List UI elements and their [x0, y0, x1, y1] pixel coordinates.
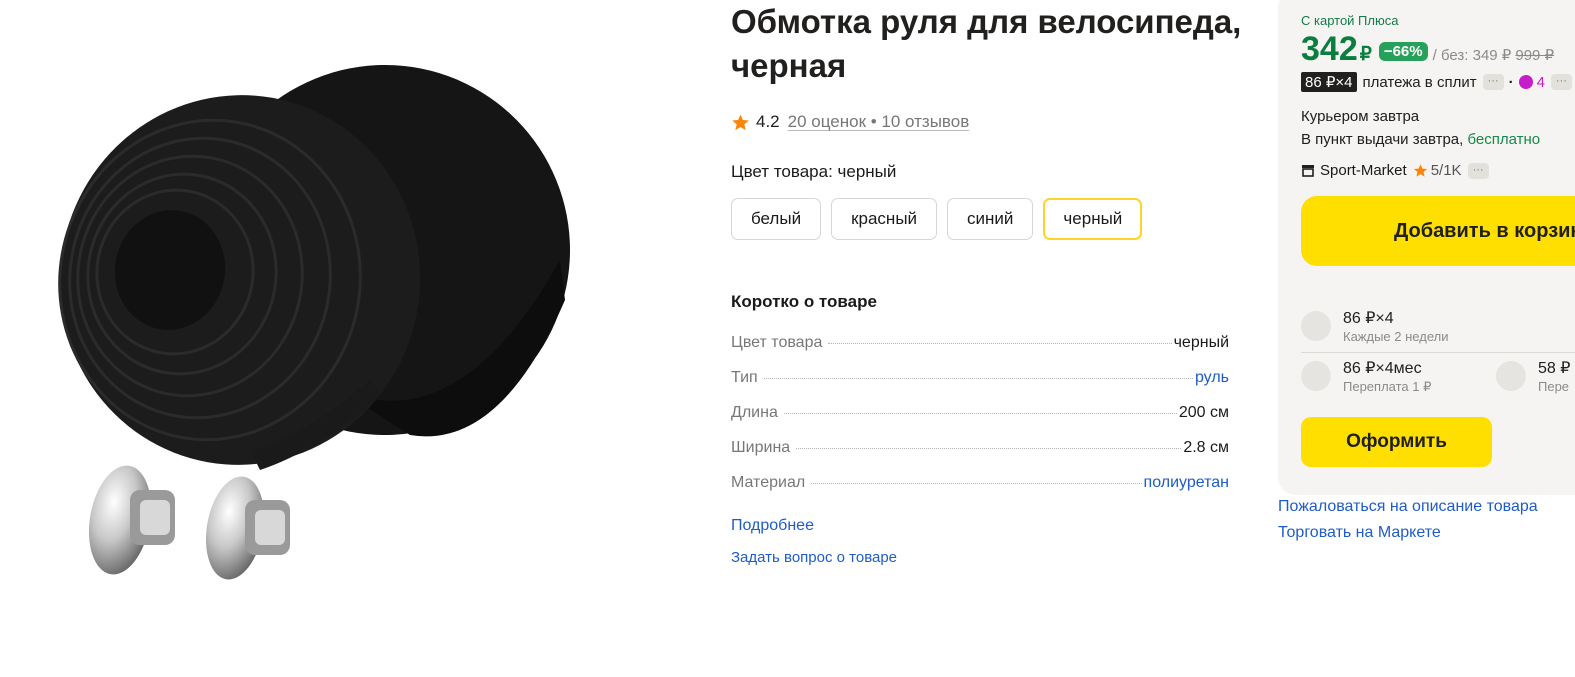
about-heading: Коротко о товаре: [731, 292, 877, 311]
spec-name: Материал: [731, 474, 806, 491]
reviews-link[interactable]: 20 оценок • 10 отзывов: [788, 112, 970, 132]
delivery-free: бесплатно: [1467, 131, 1541, 148]
shop-icon: [1302, 165, 1314, 177]
color-option-red[interactable]: красный: [831, 198, 938, 240]
spec-row: Ширина 2.8 см: [731, 439, 1229, 474]
more-icon[interactable]: ···: [1550, 74, 1572, 90]
add-to-cart-button[interactable]: Добавить в корзину: [1301, 196, 1575, 266]
spec-dots: [811, 483, 1142, 484]
divider: [1301, 352, 1575, 353]
price-without-card: / без: 349 ₽: [1432, 47, 1512, 64]
spec-row: Цвет товара черный: [731, 334, 1229, 369]
delivery-courier: Курьером завтра: [1301, 108, 1420, 125]
installment-title: 86 ₽×4мес: [1343, 360, 1422, 377]
color-label: Цвет товара: черный: [731, 162, 896, 182]
installment-option[interactable]: 86 ₽×4 Каждые 2 недели: [1301, 310, 1448, 346]
installment-option[interactable]: 86 ₽×4мес Переплата 1 ₽: [1301, 360, 1431, 396]
installment-option[interactable]: 58 ₽ Пере: [1496, 360, 1570, 396]
color-option-black[interactable]: черный: [1043, 198, 1143, 240]
spec-name: Цвет товара: [731, 334, 823, 351]
spec-value: 2.8 см: [1183, 439, 1229, 456]
installment-title: 86 ₽×4: [1343, 310, 1394, 327]
seller-rating: 5/1K: [1430, 162, 1462, 179]
ask-question-link[interactable]: Задать вопрос о товаре: [731, 549, 897, 566]
color-options: белый красный синий черный: [731, 198, 1143, 240]
sell-on-market-link[interactable]: Торговать на Маркете: [1278, 524, 1441, 542]
price-currency: ₽: [1359, 44, 1372, 65]
price-line: 342 ₽ −66% / без: 349 ₽ 999 ₽: [1301, 30, 1554, 69]
spec-list: Цвет товара черный Тип руль Длина 200 см…: [731, 334, 1229, 509]
old-price: 999 ₽: [1515, 47, 1555, 64]
spec-dots: [828, 343, 1172, 344]
color-option-white[interactable]: белый: [731, 198, 822, 240]
spec-dots: [783, 413, 1177, 414]
rating[interactable]: 4.2 20 оценок • 10 отзывов: [731, 110, 969, 134]
spec-name: Длина: [731, 404, 778, 421]
complain-link[interactable]: Пожаловаться на описание товара: [1278, 498, 1538, 516]
split-line[interactable]: 86 ₽×4 платежа в сплит ··· · 4 ···: [1301, 72, 1572, 92]
price: 342: [1301, 30, 1358, 68]
spec-value: 200 см: [1178, 404, 1229, 421]
spec-value-link[interactable]: руль: [1195, 369, 1229, 387]
radio-button[interactable]: [1496, 361, 1526, 391]
spec-value-link[interactable]: полиуретан: [1144, 474, 1229, 492]
star-icon: [1413, 164, 1427, 177]
spec-row: Длина 200 см: [731, 404, 1229, 439]
seller[interactable]: Sport-Market 5/1K ···: [1301, 162, 1489, 179]
installment-title: 58 ₽: [1538, 360, 1571, 377]
color-label-value: черный: [837, 162, 897, 181]
spec-dots: [796, 448, 1182, 449]
star-icon: [732, 114, 749, 130]
installment-subtitle: Переплата 1 ₽: [1343, 379, 1432, 394]
delivery-pickup-text: В пункт выдачи завтра,: [1301, 131, 1464, 148]
seller-name[interactable]: Sport-Market: [1320, 162, 1407, 179]
more-icon[interactable]: ···: [1467, 162, 1489, 179]
installment-subtitle: Пере: [1538, 379, 1570, 394]
spec-row: Тип руль: [731, 369, 1229, 404]
spec-row: Материал полиуретан: [731, 474, 1229, 509]
installment-subtitle: Каждые 2 недели: [1343, 329, 1449, 344]
discount-badge: −66%: [1378, 42, 1428, 61]
plus-points-icon: [1518, 75, 1533, 89]
spec-name: Ширина: [731, 439, 791, 456]
radio-button[interactable]: [1301, 311, 1331, 341]
rating-value: 4.2: [756, 112, 780, 131]
radio-button[interactable]: [1301, 361, 1331, 391]
checkout-button[interactable]: Оформить: [1301, 417, 1492, 467]
more-details-link[interactable]: Подробнее: [731, 517, 814, 535]
split-text: платежа в сплит: [1362, 73, 1477, 91]
dot-separator: ·: [1508, 73, 1514, 91]
spec-name: Тип: [731, 369, 758, 386]
delivery-pickup: В пункт выдачи завтра, бесплатно: [1301, 131, 1540, 148]
split-badge: 86 ₽×4: [1301, 72, 1357, 92]
product-image[interactable]: [40, 50, 600, 600]
color-label-text: Цвет товара:: [731, 162, 833, 181]
plus-card-label: С картой Плюса: [1301, 13, 1399, 28]
more-icon[interactable]: ···: [1482, 74, 1504, 90]
color-option-blue[interactable]: синий: [947, 198, 1034, 240]
spec-dots: [763, 378, 1193, 379]
spec-value: черный: [1173, 334, 1229, 351]
plus-points: 4: [1536, 73, 1545, 91]
product-title: Обмотка руля для велосипеда, черная: [731, 3, 1242, 84]
